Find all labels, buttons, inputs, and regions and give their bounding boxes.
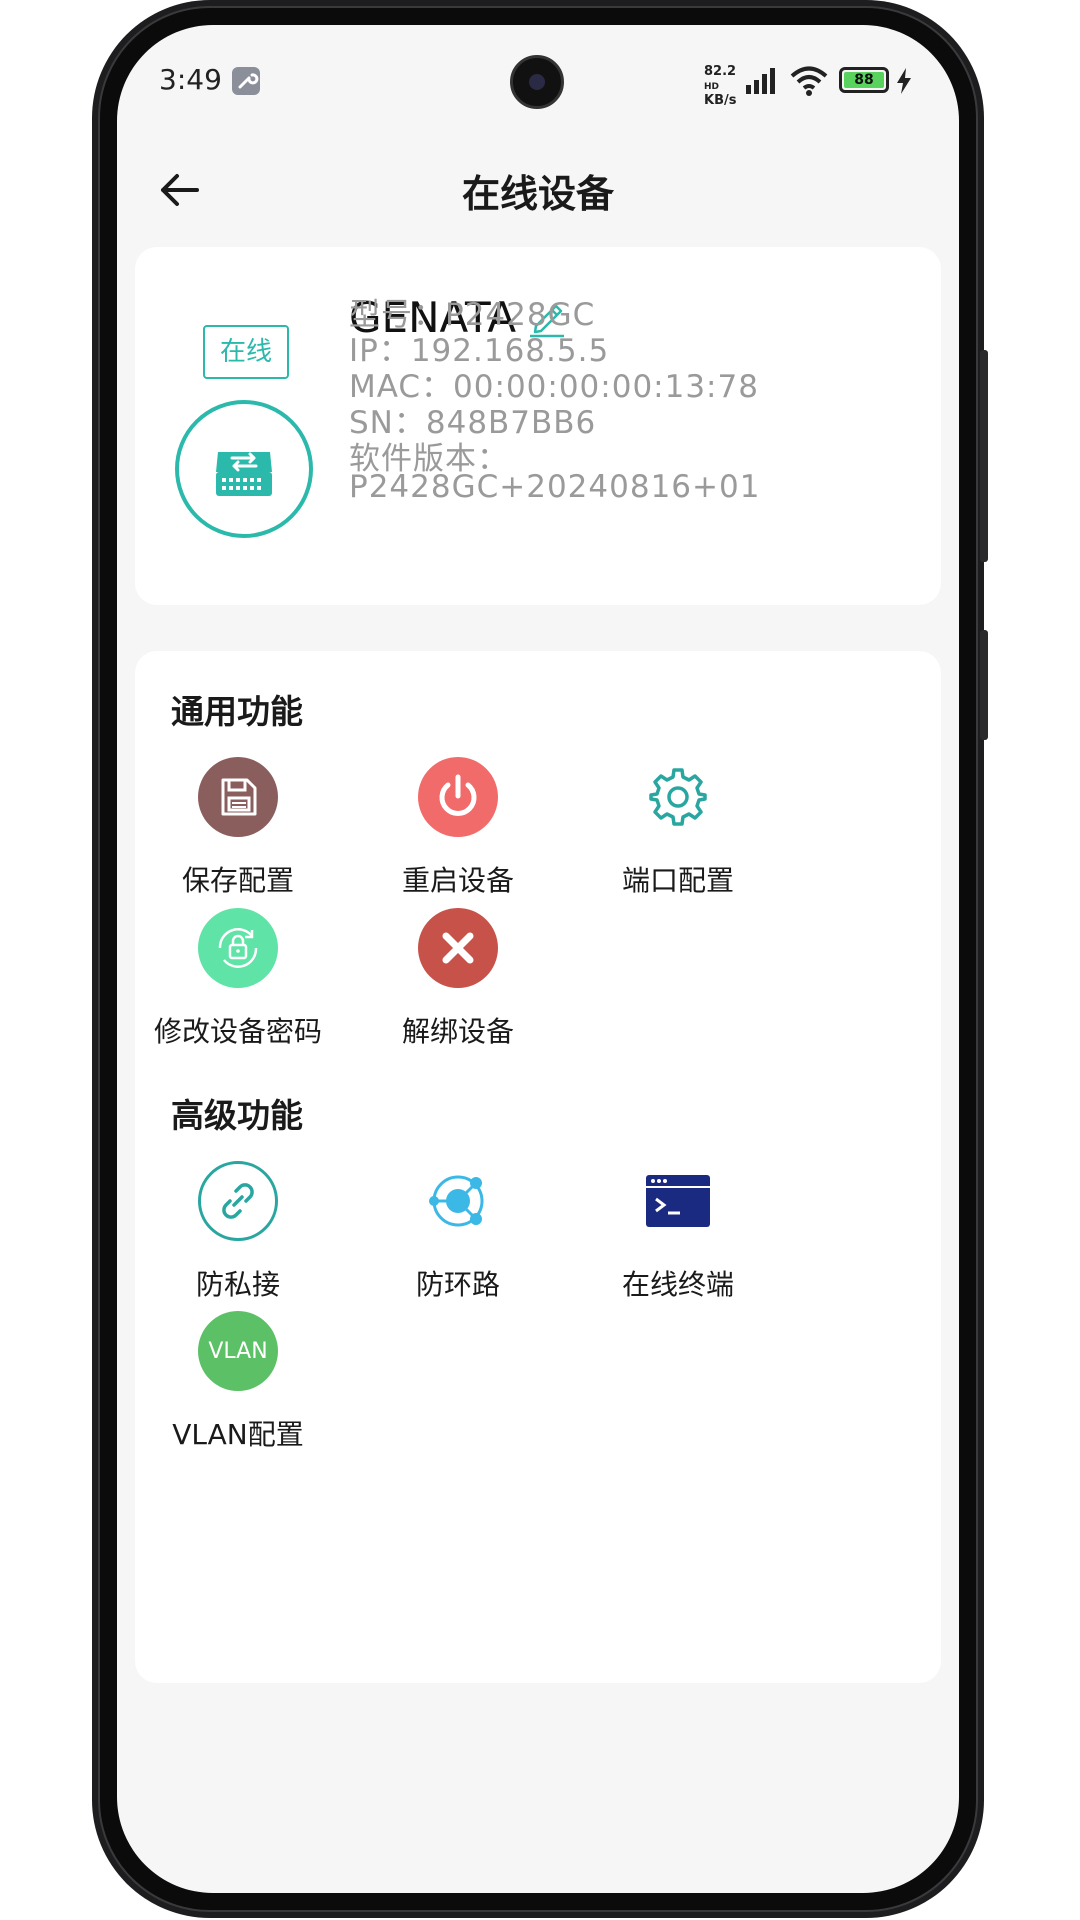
volume-button [980,350,988,562]
link-icon [198,1161,278,1241]
screen: 3:49 82.2 HD KB/s 88 在线设备 在线 GENATA 型号：P… [117,25,959,1893]
change-password-button[interactable]: 修改设备密码 [128,908,348,1050]
anti-private-access-button[interactable]: 防私接 [128,1161,348,1303]
gear-icon [638,757,718,837]
loop-icon [418,1161,498,1241]
network-type: HD [704,82,720,92]
battery-level: 88 [844,72,884,88]
lock-refresh-icon [198,908,278,988]
wifi-icon [790,66,828,96]
online-terminal-label: 在线终端 [621,1268,734,1301]
port-config-label: 端口配置 [621,864,734,897]
port-config-button[interactable]: 端口配置 [568,757,788,899]
wrench-icon [232,67,260,95]
status-time: 3:49 [159,63,222,96]
power-button [980,630,988,740]
battery-icon: 88 [839,67,889,93]
save-config-button[interactable]: 保存配置 [128,757,348,899]
signal-icon [746,68,775,94]
net-speed: 82.2 HD KB/s [704,65,744,108]
net-speed-value: 82.2 [704,64,737,79]
general-functions-title: 通用功能 [171,692,303,731]
vlan-config-label: VLAN配置 [172,1418,304,1451]
restart-device-button[interactable]: 重启设备 [348,757,568,899]
functions-card: 通用功能 保存配置 重启设备 端口配置 修改设备密码 解绑设备 高级功能 防私接… [135,651,941,1683]
restart-device-label: 重启设备 [401,864,514,897]
close-icon [418,908,498,988]
net-speed-unit: KB/s [704,93,737,108]
loop-prevention-button[interactable]: 防环路 [348,1161,568,1303]
loop-prevention-label: 防环路 [415,1268,500,1301]
front-camera [510,55,564,109]
page-title: 在线设备 [461,172,614,216]
terminal-icon [638,1161,718,1241]
vlan-config-button[interactable]: VLAN VLAN配置 [128,1311,348,1453]
charging-icon [897,68,911,94]
anti-private-access-label: 防私接 [195,1268,280,1301]
status-bar: 3:49 82.2 HD KB/s 88 [117,25,959,135]
online-terminal-button[interactable]: 在线终端 [568,1161,788,1303]
status-badge: 在线 [203,325,289,379]
advanced-functions-title: 高级功能 [171,1096,303,1135]
firmware-version: P2428GC+20240816+01 [349,469,761,505]
network-switch-icon [216,452,272,496]
unbind-device-label: 解绑设备 [401,1015,514,1048]
save-icon [198,757,278,837]
change-password-label: 修改设备密码 [153,1015,322,1048]
unbind-device-button[interactable]: 解绑设备 [348,908,568,1050]
vlan-icon-text: VLAN [208,1338,268,1364]
device-card: 在线 GENATA 型号：P2428GC IP：192.168.5.5 MAC： [135,247,941,605]
save-config-label: 保存配置 [181,864,294,897]
power-icon [418,757,498,837]
vlan-icon: VLAN [198,1311,278,1391]
device-avatar [175,400,313,538]
